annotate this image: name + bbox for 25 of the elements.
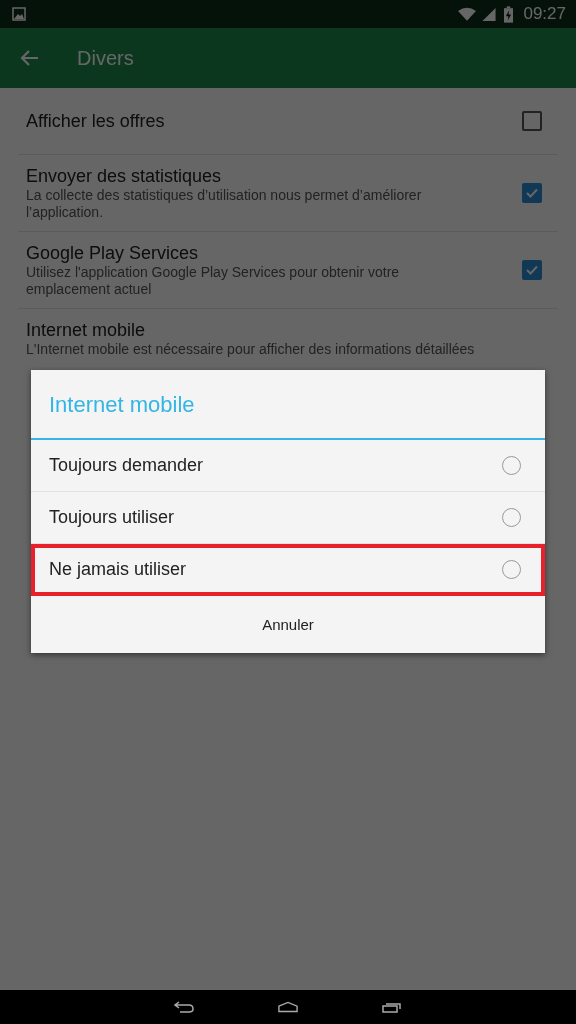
checkbox[interactable] (522, 183, 542, 203)
battery-charging-icon (504, 5, 514, 23)
dialog-title: Internet mobile (31, 370, 545, 440)
setting-title: Afficher les offres (26, 110, 166, 132)
signal-icon (480, 6, 499, 22)
setting-title: Google Play Services (26, 242, 200, 264)
setting-title: Internet mobile (26, 319, 147, 341)
radio-option[interactable]: Toujours demander (31, 440, 545, 492)
checkbox[interactable] (522, 260, 542, 280)
recent-apps-icon[interactable] (382, 1001, 402, 1013)
back-icon[interactable] (174, 1001, 194, 1013)
checkbox[interactable] (522, 111, 542, 131)
setting-summary: Utilisez l'application Google Play Services pour obtenir votre emplacement actuel (26, 264, 401, 298)
radio-option[interactable]: Ne jamais utiliser (31, 544, 545, 596)
cancel-button[interactable]: Annuler (31, 596, 545, 653)
toolbar-title: Divers (77, 46, 134, 70)
radio-option[interactable]: Toujours utiliser (31, 492, 545, 544)
wifi-icon (458, 6, 477, 22)
back-arrow-icon[interactable] (20, 48, 40, 68)
setting-summary: La collecte des statistiques d’utilisation nous permet d’améliorer l’application. (26, 187, 423, 221)
home-icon[interactable] (278, 1001, 298, 1013)
setting-summary: L'Internet mobile est nécessaire pour afficher des informations détaillées (26, 341, 476, 358)
setting-title: Envoyer des statistiques (26, 165, 223, 187)
image-icon (12, 7, 26, 21)
clock: 09:27 (523, 4, 566, 24)
